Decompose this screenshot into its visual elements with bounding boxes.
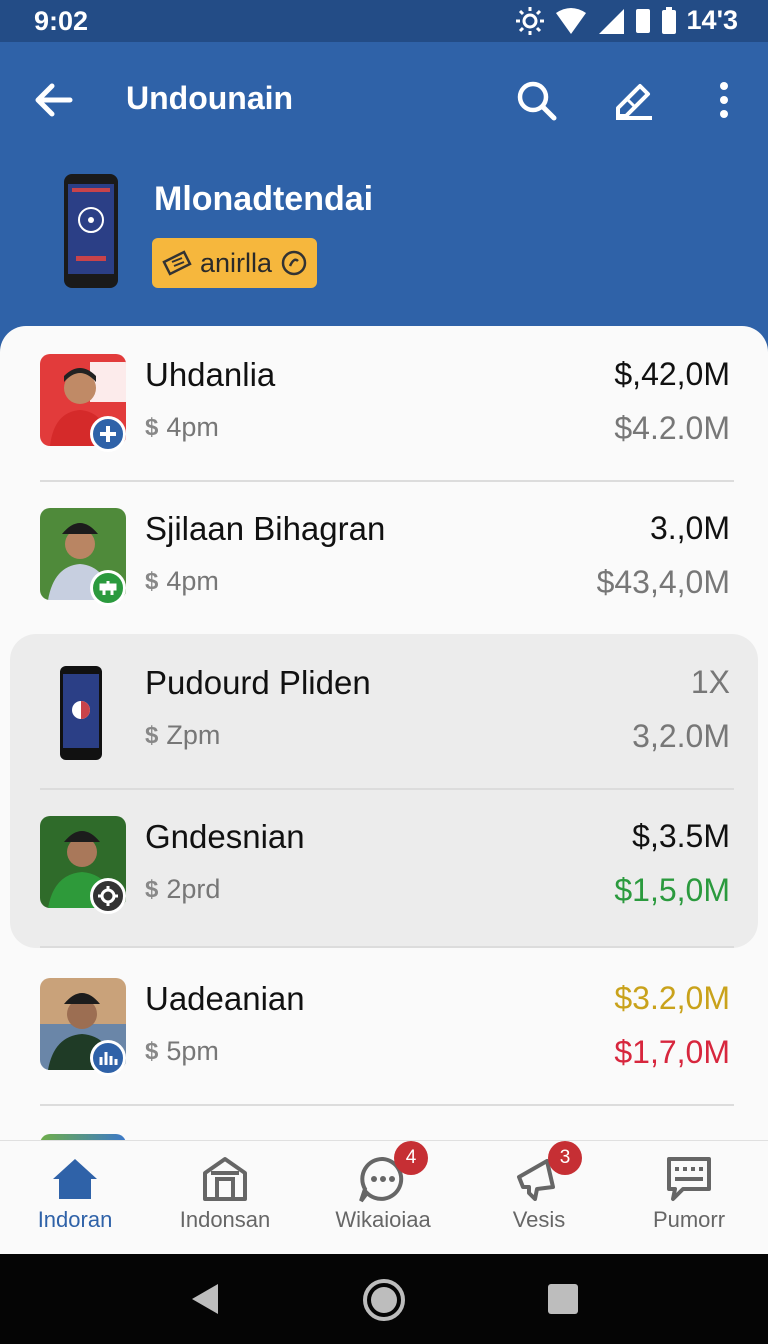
row-time: $ 5pm [145,1036,219,1066]
list-item[interactable]: Gndesnian $ 2prd $,3.5M $1,5,0M [0,788,768,938]
system-home-icon[interactable] [362,1278,406,1322]
amount-primary-warning: $3.2,0M [614,980,730,1016]
amount-primary: $,3.5M [632,818,730,854]
amount-secondary-positive: $1,5,0M [614,872,730,908]
row-title: Uhdanlia [145,356,276,393]
nav-label: Pumorr [652,1207,726,1232]
app-header: Undounain Mlonadtendai anirlla [0,42,768,342]
gear-icon [90,878,126,914]
store-icon [203,1157,247,1201]
nav-label: Indoran [37,1207,113,1232]
wifi-icon [555,7,586,34]
bottom-navigation: Indoran Indonsan 4 Wikaioiaa 3 Vesis Pum… [0,1140,768,1254]
system-back-icon[interactable] [190,1282,220,1316]
notification-badge: 4 [394,1141,428,1175]
battery-text: 14'3 [686,5,738,35]
ticket-icon [162,250,192,276]
chart-icon [90,1040,126,1076]
nav-label: Indonsan [179,1207,271,1232]
profile-phone-image [64,174,118,288]
robot-icon [90,570,126,606]
row-title: Uadeanian [145,980,305,1017]
amount-primary: 1X [690,664,730,700]
status-time: 9:02 [34,6,89,36]
row-time: $ 4pm [145,412,219,442]
dollar-icon: $ [145,721,159,749]
profile-name: Mlonadtendai [154,180,374,218]
phone-image [60,666,102,760]
edit-icon[interactable] [612,78,656,122]
list-item[interactable]: Sjilaan Bihagran $ 4pm 3.,0M $43,4,0M [0,480,768,630]
battery-icon [661,6,676,34]
row-time: $ 4pm [145,566,219,596]
amount-primary: $,42,0M [614,356,730,392]
amount-secondary: $4.2.0M [614,410,730,446]
notification-badge: 3 [548,1141,582,1175]
dollar-icon: $ [145,1037,159,1065]
row-title: Gndesnian [145,818,305,855]
row-time: $ Zpm [145,720,221,750]
system-recents-icon[interactable] [548,1284,578,1314]
profile-badge-label: anirlla [200,247,273,278]
brightness-icon [515,6,544,35]
more-vert-icon[interactable] [704,78,744,122]
amount-secondary: 3,2.0M [632,718,730,754]
system-navigation [0,1254,768,1344]
status-icons: 14'3 [515,5,738,36]
dollar-icon: $ [145,875,159,903]
nav-item-home[interactable]: Indoran [0,1141,150,1255]
nav-label: Vesis [512,1207,566,1232]
list-item[interactable]: Pudourd Pliden $ Zpm 1X 3,2.0M [0,634,768,784]
list-item[interactable]: Uadeanian $ 5pm $3.2,0M $1,7,0M [0,946,768,1096]
nav-label: Wikaioiaa [335,1207,431,1232]
nav-item-chat[interactable]: 4 Wikaioiaa [308,1141,458,1255]
row-time: $ 2prd [145,874,221,904]
page-title: Undounain [126,80,294,116]
plus-icon [90,416,126,452]
transaction-list: Uhdanlia $ 4pm $,42,0M $4.2.0M Sjilaan B… [0,326,768,1156]
list-item[interactable]: Uhdanlia $ 4pm $,42,0M $4.2.0M [0,326,768,476]
divider [40,1104,734,1106]
dollar-icon: $ [145,413,159,441]
nav-item-message-board[interactable]: Pumorr [614,1141,764,1255]
info-circle-icon [281,250,307,276]
search-icon[interactable] [514,78,558,122]
row-title: Pudourd Pliden [145,664,371,701]
home-icon [53,1159,97,1199]
status-bar: 9:02 14'3 [0,0,768,42]
message-board-icon [667,1157,711,1201]
row-title: Sjilaan Bihagran [145,510,386,547]
nav-item-store[interactable]: Indonsan [150,1141,300,1255]
back-arrow-icon[interactable] [32,78,76,122]
sim-icon [635,8,650,33]
dollar-icon: $ [145,567,159,595]
amount-primary: 3.,0M [649,510,730,546]
nav-item-megaphone[interactable]: 3 Vesis [464,1141,614,1255]
amount-secondary-negative: $1,7,0M [614,1034,730,1070]
amount-secondary: $43,4,0M [596,564,730,600]
signal-icon [598,8,624,34]
profile-badge[interactable]: anirlla [152,238,317,288]
